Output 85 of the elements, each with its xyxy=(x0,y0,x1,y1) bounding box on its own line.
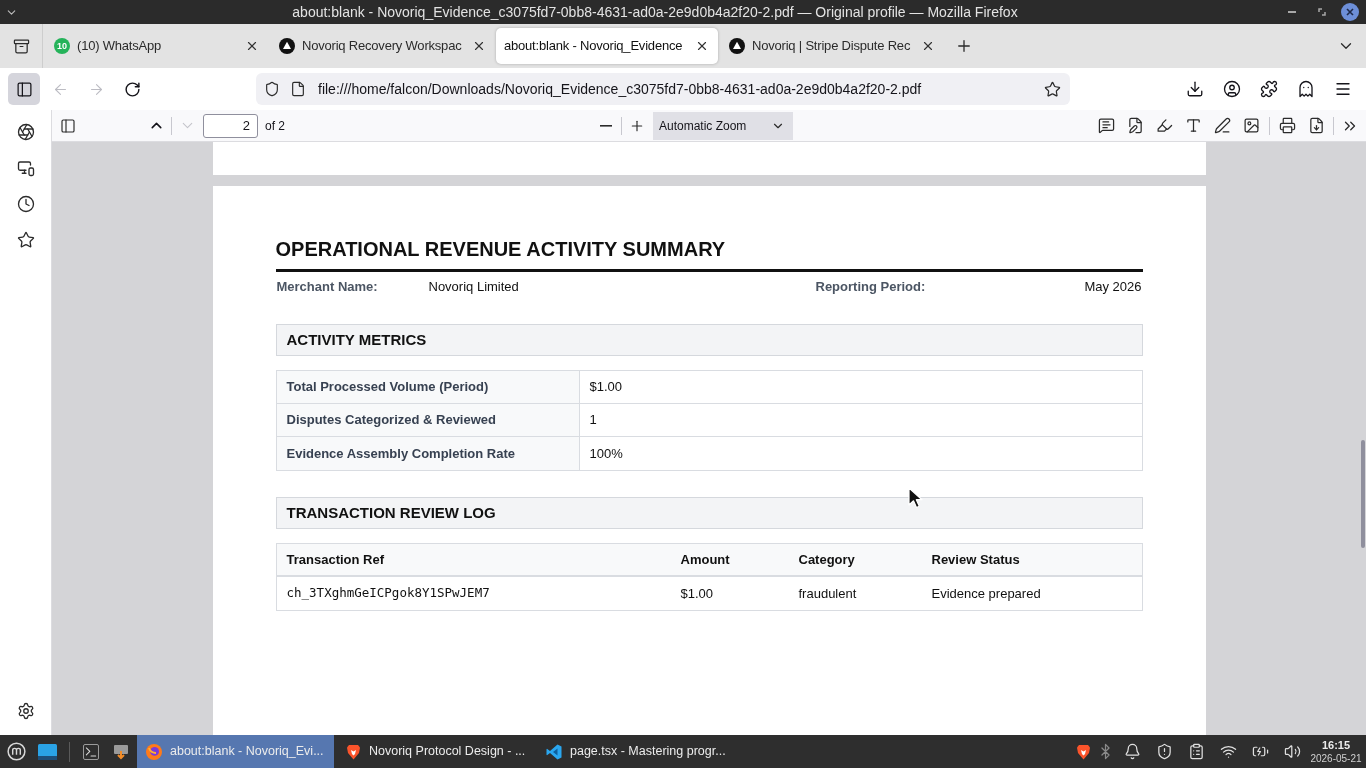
highlighter-icon xyxy=(1156,117,1173,134)
section-heading: TRANSACTION REVIEW LOG xyxy=(275,497,1143,529)
column-header: Category xyxy=(797,550,856,569)
clock-date: 2026-05-21 xyxy=(1310,753,1362,764)
aperture-icon xyxy=(16,123,35,141)
monitor-arrow-icon xyxy=(113,743,129,760)
download-icon xyxy=(1185,80,1204,98)
document-title: OPERATIONAL REVENUE ACTIVITY SUMMARY xyxy=(275,237,727,261)
metric-value: 100% xyxy=(588,444,624,463)
mouse-pointer-icon xyxy=(907,487,924,509)
menu-logo-icon xyxy=(6,742,26,761)
save-icon xyxy=(1308,117,1325,134)
address-bar[interactable]: file:///home/falcon/Downloads/Novoriq_Evidence_c3075fd7-0bb8-4631-ad0a-2e9d0b4a2f20-2.pdf xyxy=(256,73,1070,105)
field-value: May 2026 xyxy=(1084,279,1142,295)
menu-icon xyxy=(1333,80,1352,98)
page-count: of 2 xyxy=(265,117,285,135)
metric-label: Total Processed Volume (Period) xyxy=(276,371,580,403)
puzzle-icon xyxy=(1259,80,1278,98)
unread-count-badge: 10 xyxy=(54,38,70,54)
settings-icon xyxy=(16,702,35,720)
clipboard-icon xyxy=(1187,743,1205,760)
sidebar-toggle-button[interactable] xyxy=(8,73,40,105)
column-header: Transaction Ref xyxy=(285,550,386,569)
file-icon xyxy=(290,81,306,97)
metric-label: Disputes Categorized & Reviewed xyxy=(276,404,580,436)
shield-alert-icon xyxy=(1155,743,1173,760)
ghost-icon xyxy=(1296,80,1315,98)
clock-time: 16:15 xyxy=(1321,739,1351,751)
comment-icon xyxy=(1098,117,1115,134)
column-header: Review Status xyxy=(930,550,1021,569)
browser-tab[interactable]: Novoriq | Stripe Dispute Rec xyxy=(721,28,943,64)
browser-tab[interactable]: about:blank - Novoriq_Evidence xyxy=(496,28,718,64)
metric-label: Evidence Assembly Completion Rate xyxy=(276,437,580,470)
code-editor-logo-icon xyxy=(546,743,562,760)
wifi-icon xyxy=(1219,743,1237,760)
table-cell-text: fraudulent xyxy=(797,584,858,603)
terminal-icon xyxy=(83,743,99,760)
shield-logo-icon xyxy=(1075,743,1091,760)
metric-value: 1 xyxy=(588,411,598,430)
browser-tab[interactable]: Novoriq Recovery Workspac xyxy=(271,28,493,64)
minimize-icon xyxy=(1288,11,1296,13)
close-icon xyxy=(695,39,709,53)
desktop-icon xyxy=(37,743,57,760)
metric-value: $1.00 xyxy=(588,378,624,397)
bell-icon xyxy=(1123,743,1141,760)
pen-icon xyxy=(1214,117,1231,134)
image-icon xyxy=(1243,117,1260,134)
archive-icon xyxy=(12,37,30,55)
clock-icon xyxy=(16,195,35,213)
taskbar-window-button[interactable]: about:blank - Novoriq_Evi... xyxy=(137,735,334,768)
column-header: Amount xyxy=(679,550,731,569)
text-icon xyxy=(1185,117,1202,134)
account-icon xyxy=(1222,80,1241,98)
section-heading: ACTIVITY METRICS xyxy=(275,324,1143,356)
print-icon xyxy=(1279,117,1296,134)
signature-icon xyxy=(1127,117,1144,134)
triangle-logo-icon xyxy=(279,38,295,54)
shield-icon xyxy=(264,81,280,97)
taskbar-window-button[interactable]: Novoriq Protocol Design - ... xyxy=(337,735,534,768)
field-value: Novoriq Limited xyxy=(428,279,519,295)
browser-tab[interactable]: 10 (10) WhatsApp xyxy=(46,28,268,64)
shield-logo-icon xyxy=(346,743,361,760)
devices-icon xyxy=(16,159,35,177)
field-label: Reporting Period: xyxy=(815,279,926,295)
scrollbar-thumb[interactable] xyxy=(1361,440,1365,548)
browser-logo-icon xyxy=(146,743,162,760)
table-cell-text: $1.00 xyxy=(679,584,715,603)
maximize-icon xyxy=(1318,8,1326,16)
close-icon xyxy=(245,39,259,53)
page-number-field[interactable]: 2 xyxy=(203,113,258,138)
minus-icon xyxy=(600,124,612,127)
sidebar-icon xyxy=(15,80,33,98)
table-cell-text: Evidence prepared xyxy=(930,584,1042,603)
plus-icon xyxy=(955,37,973,55)
star-icon xyxy=(16,231,35,249)
window-title: about:blank - Novoriq_Evidence_c3075fd7-0bb8-4631-ad0a-2e9d0b4a2f20-2.pdf — Original profile — Mozilla Firefox xyxy=(292,3,1018,22)
zoom-select[interactable]: Automatic Zoom xyxy=(653,111,793,140)
table-cell-text: ch_3TXghmGeICPgok8Y1SPwJEM7 xyxy=(285,584,491,603)
star-icon xyxy=(1044,80,1061,98)
close-icon xyxy=(1341,3,1359,21)
field-label: Merchant Name: xyxy=(276,279,379,295)
triangle-logo-icon xyxy=(729,38,745,54)
taskbar-window-button[interactable]: page.tsx - Mastering progr... xyxy=(537,735,734,768)
sidebar-icon xyxy=(60,117,76,134)
volume-icon xyxy=(1283,743,1301,760)
